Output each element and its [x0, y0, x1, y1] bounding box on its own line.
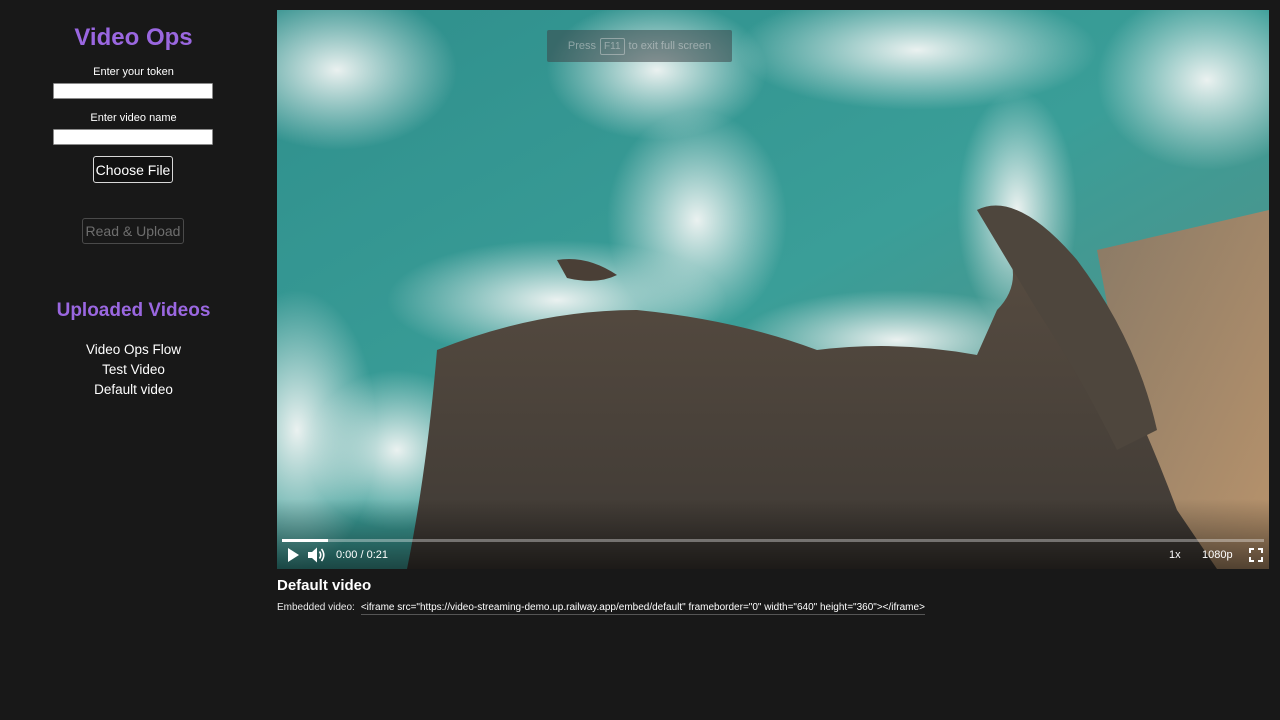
video-title: Default video: [277, 577, 372, 594]
fullscreen-hint-key: F11: [600, 37, 625, 55]
fullscreen-icon[interactable]: [1248, 547, 1264, 563]
fullscreen-hint: Press F11 to exit full screen: [547, 30, 732, 62]
app-title: Video Ops: [74, 24, 193, 51]
video-list-item[interactable]: Test Video: [0, 360, 267, 380]
embed-code[interactable]: <iframe src="https://video-streaming-dem…: [360, 602, 925, 615]
video-name-input[interactable]: [53, 129, 213, 145]
embed-row: Embedded video: <iframe src="https://vide…: [277, 602, 925, 615]
read-upload-button[interactable]: Read & Upload: [82, 218, 184, 244]
volume-icon[interactable]: [307, 546, 327, 564]
playback-speed[interactable]: 1x: [1169, 548, 1181, 562]
video-frame: [277, 10, 1269, 569]
quality-selector[interactable]: 1080p: [1202, 548, 1233, 562]
video-list-item[interactable]: Default video: [0, 380, 267, 400]
video-name-label: Enter video name: [90, 112, 177, 124]
video-list-item[interactable]: Video Ops Flow: [0, 340, 267, 360]
progress-fill: [282, 539, 329, 542]
token-label: Enter your token: [93, 66, 174, 78]
sidebar: Video Ops Enter your token Enter video n…: [0, 0, 267, 720]
controls-overlay: [277, 499, 1269, 569]
uploaded-video-list: Video Ops Flow Test Video Default video: [0, 340, 267, 400]
uploaded-videos-title: Uploaded Videos: [56, 300, 211, 321]
choose-file-button[interactable]: Choose File: [93, 156, 173, 183]
time-display: 0:00 / 0:21: [336, 549, 388, 561]
token-input[interactable]: [53, 83, 213, 99]
video-player[interactable]: Press F11 to exit full screen 0:00 / 0:2…: [277, 10, 1269, 569]
fullscreen-hint-prefix: Press: [567, 40, 597, 52]
play-icon[interactable]: [285, 547, 301, 563]
embed-label: Embedded video:: [277, 602, 355, 613]
progress-bar[interactable]: [282, 539, 1264, 542]
fullscreen-hint-suffix: to exit full screen: [628, 40, 712, 52]
